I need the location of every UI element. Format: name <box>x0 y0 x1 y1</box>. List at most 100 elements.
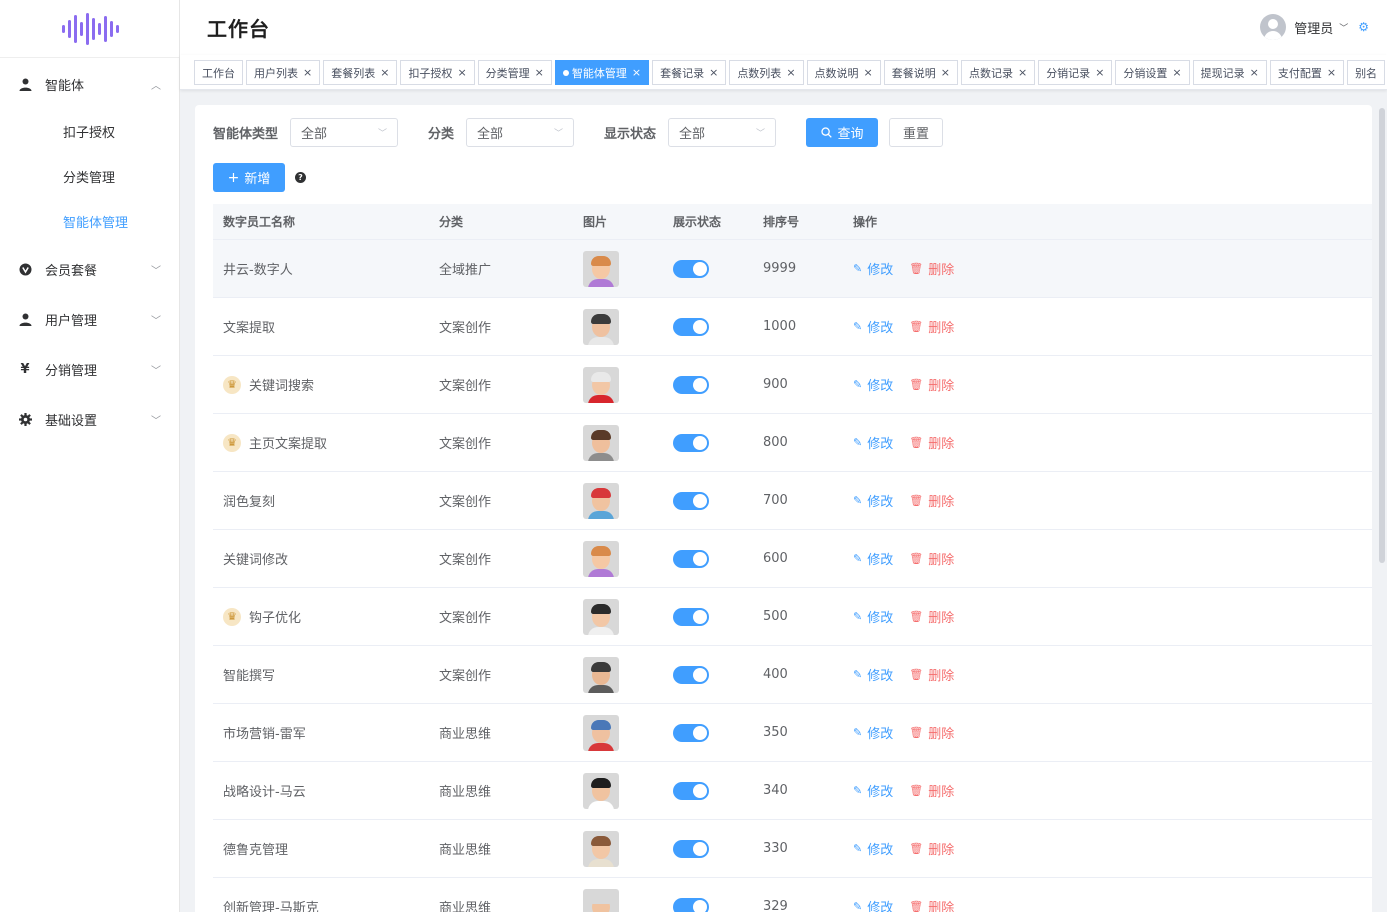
query-button[interactable]: 查询 <box>806 117 879 147</box>
tab-9[interactable]: 套餐说明 × <box>883 60 958 85</box>
user-menu[interactable]: 管理员 ﹀ ⚙ <box>1260 14 1369 40</box>
tab-10[interactable]: 点数记录 × <box>960 60 1036 85</box>
tab-15[interactable]: 别名 <box>1347 60 1386 85</box>
display-status-toggle[interactable] <box>673 433 709 452</box>
menu-agent[interactable]: 智能体 ︿ <box>0 59 179 109</box>
cell-name: 智能撰写 <box>213 665 429 684</box>
agent-avatar-image[interactable] <box>583 366 619 403</box>
agent-avatar-image[interactable] <box>583 540 619 577</box>
edit-button[interactable]: ✎ 修改 <box>853 723 893 742</box>
tab-3[interactable]: 扣子授权 × <box>400 60 475 85</box>
edit-button[interactable]: ✎ 修改 <box>853 375 893 394</box>
display-status-toggle[interactable] <box>673 607 709 626</box>
menu-distribution[interactable]: ¥ 分销管理 ﹀ <box>0 344 179 394</box>
delete-button[interactable]: 🗑 删除 <box>909 723 954 742</box>
edit-button[interactable]: ✎ 修改 <box>853 839 893 858</box>
scrollbar[interactable] <box>1379 108 1385 563</box>
delete-button[interactable]: 🗑 删除 <box>909 839 954 858</box>
display-status-toggle[interactable] <box>673 839 709 858</box>
close-icon[interactable]: × <box>380 66 389 79</box>
delete-button[interactable]: 🗑 删除 <box>909 433 954 452</box>
filter-status-select[interactable]: 全部 ﹀ <box>668 117 777 147</box>
edit-button[interactable]: ✎ 修改 <box>853 317 893 336</box>
display-status-toggle[interactable] <box>673 317 709 336</box>
delete-button[interactable]: 🗑 删除 <box>909 259 954 278</box>
edit-button[interactable]: ✎ 修改 <box>853 433 893 452</box>
close-icon[interactable]: × <box>303 66 312 79</box>
delete-button[interactable]: 🗑 删除 <box>909 607 954 626</box>
agent-avatar-image[interactable] <box>583 482 619 519</box>
display-status-toggle[interactable] <box>673 549 709 568</box>
agent-avatar-image[interactable] <box>583 888 619 912</box>
delete-button[interactable]: 🗑 删除 <box>909 491 954 510</box>
close-icon[interactable]: × <box>786 66 795 79</box>
submenu-coze-auth[interactable]: 扣子授权 <box>0 109 179 154</box>
close-icon[interactable]: × <box>535 66 544 79</box>
close-icon[interactable]: × <box>1095 66 1104 79</box>
filter-type-select[interactable]: 全部 ﹀ <box>290 117 399 147</box>
edit-button[interactable]: ✎ 修改 <box>853 259 893 278</box>
display-status-toggle[interactable] <box>673 491 709 510</box>
menu-basic-settings[interactable]: 基础设置 ﹀ <box>0 394 179 444</box>
edit-button[interactable]: ✎ 修改 <box>853 897 893 912</box>
filter-category-select[interactable]: 全部 ﹀ <box>466 117 575 147</box>
submenu-agent-manage[interactable]: 智能体管理 <box>0 199 179 244</box>
tab-13[interactable]: 提现记录 × <box>1192 60 1267 85</box>
close-icon[interactable]: × <box>457 66 466 79</box>
close-icon[interactable]: × <box>1018 66 1027 79</box>
delete-label: 删除 <box>928 669 955 684</box>
edit-button[interactable]: ✎ 修改 <box>853 491 893 510</box>
agent-avatar-image[interactable] <box>583 250 619 287</box>
close-icon[interactable]: × <box>1172 66 1181 79</box>
tab-14[interactable]: 支付配置 × <box>1269 60 1345 85</box>
delete-button[interactable]: 🗑 删除 <box>909 781 954 800</box>
submenu-category-manage[interactable]: 分类管理 <box>0 154 179 199</box>
tab-12[interactable]: 分销设置 × <box>1115 60 1190 85</box>
help-icon[interactable]: ? <box>295 172 306 183</box>
close-icon[interactable]: × <box>864 66 873 79</box>
display-status-toggle[interactable] <box>673 259 709 278</box>
close-icon[interactable]: × <box>709 66 718 79</box>
display-status-toggle[interactable] <box>673 665 709 684</box>
tab-0[interactable]: 工作台 <box>194 60 243 85</box>
delete-button[interactable]: 🗑 删除 <box>909 549 954 568</box>
reset-button[interactable]: 重置 <box>889 117 944 147</box>
settings-icon[interactable]: ⚙ <box>1358 20 1369 34</box>
tab-2[interactable]: 套餐列表 × <box>323 60 398 85</box>
tab-4[interactable]: 分类管理 × <box>477 60 552 85</box>
display-status-toggle[interactable] <box>673 723 709 742</box>
delete-button[interactable]: 🗑 删除 <box>909 665 954 684</box>
tab-6[interactable]: 套餐记录 × <box>652 60 727 85</box>
tab-8[interactable]: 点数说明 × <box>806 60 881 85</box>
edit-button[interactable]: ✎ 修改 <box>853 665 893 684</box>
agent-avatar-image[interactable] <box>583 772 619 809</box>
tab-11[interactable]: 分销记录 × <box>1038 60 1113 85</box>
agent-avatar-image[interactable] <box>583 598 619 635</box>
tab-5[interactable]: 智能体管理 × <box>554 60 650 85</box>
agent-avatar-image[interactable] <box>583 714 619 751</box>
tab-7[interactable]: 点数列表 × <box>729 60 804 85</box>
delete-button[interactable]: 🗑 删除 <box>909 317 954 336</box>
edit-button[interactable]: ✎ 修改 <box>853 607 893 626</box>
delete-button[interactable]: 🗑 删除 <box>909 375 954 394</box>
close-icon[interactable]: × <box>632 66 641 79</box>
display-status-toggle[interactable] <box>673 781 709 800</box>
close-icon[interactable]: × <box>941 66 950 79</box>
delete-button[interactable]: 🗑 删除 <box>909 897 954 912</box>
agent-avatar-image[interactable] <box>583 656 619 693</box>
display-status-toggle[interactable] <box>673 375 709 394</box>
agent-avatar-image[interactable] <box>583 308 619 345</box>
menu-user-manage[interactable]: 用户管理 ﹀ <box>0 294 179 344</box>
display-status-toggle[interactable] <box>673 897 709 912</box>
vip-icon <box>18 262 32 276</box>
menu-membership[interactable]: 会员套餐 ﹀ <box>0 244 179 294</box>
close-icon[interactable]: × <box>1250 66 1259 79</box>
agent-avatar-image[interactable] <box>583 424 619 461</box>
agent-avatar-image[interactable] <box>583 830 619 867</box>
close-icon[interactable]: × <box>1327 66 1336 79</box>
tab-1[interactable]: 用户列表 × <box>246 60 321 85</box>
add-button[interactable]: + 新增 <box>213 163 285 192</box>
logo[interactable] <box>0 0 179 58</box>
edit-button[interactable]: ✎ 修改 <box>853 549 893 568</box>
edit-button[interactable]: ✎ 修改 <box>853 781 893 800</box>
